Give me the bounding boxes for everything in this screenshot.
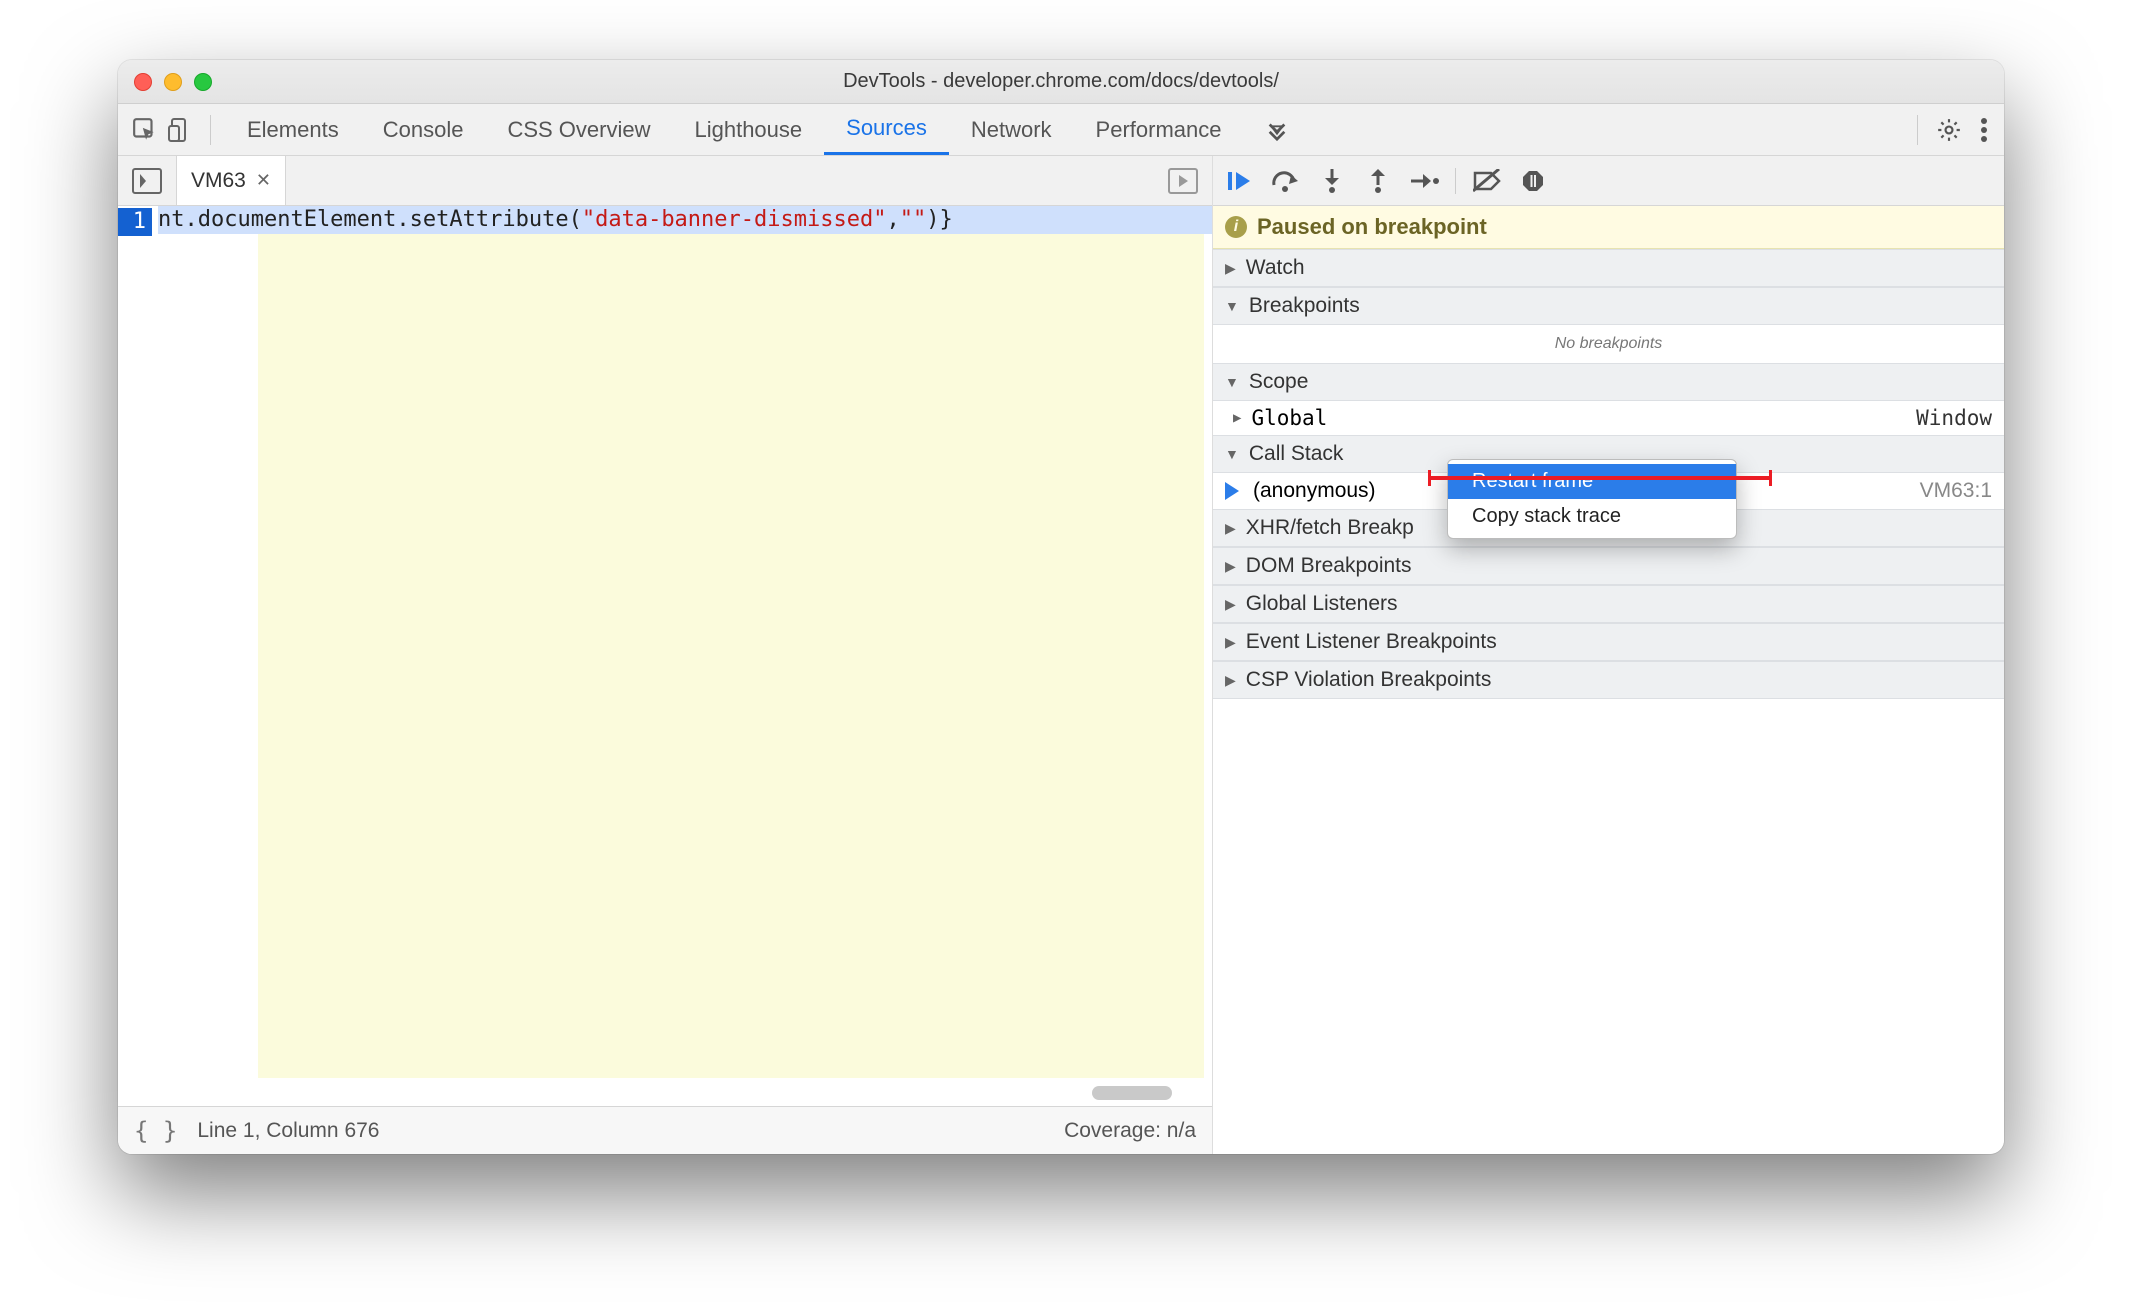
chevron-right-icon: ▶ xyxy=(1225,596,1236,613)
section-global-listeners[interactable]: ▶ Global Listeners xyxy=(1213,585,2004,623)
inspect-element-icon[interactable] xyxy=(132,117,158,143)
code-line-1: nt.documentElement.setAttribute("data-ba… xyxy=(158,206,1212,234)
minimize-window-button[interactable] xyxy=(164,73,182,91)
info-icon: i xyxy=(1225,216,1247,238)
tab-performance[interactable]: Performance xyxy=(1074,104,1244,155)
editor-status-bar: { } Line 1, Column 676 Coverage: n/a xyxy=(118,1106,1212,1154)
line-number: 1 xyxy=(118,208,152,236)
step-button[interactable] xyxy=(1403,163,1445,199)
devtools-window: DevTools - developer.chrome.com/docs/dev… xyxy=(118,60,2004,1154)
section-scope-label: Scope xyxy=(1249,370,1309,394)
chevron-right-icon: ▶ xyxy=(1225,634,1236,651)
run-snippet-icon[interactable] xyxy=(1168,168,1212,194)
step-out-button[interactable] xyxy=(1357,163,1399,199)
tab-lighthouse[interactable]: Lighthouse xyxy=(672,104,824,155)
section-dom-label: DOM Breakpoints xyxy=(1246,554,1412,578)
pause-on-exceptions-button[interactable] xyxy=(1512,163,1554,199)
section-event-breakpoints[interactable]: ▶ Event Listener Breakpoints xyxy=(1213,623,2004,661)
settings-icon[interactable] xyxy=(1936,117,1962,143)
section-gl-label: Global Listeners xyxy=(1246,592,1398,616)
chevron-down-icon: ▼ xyxy=(1225,446,1239,462)
navigator-toggle-icon[interactable] xyxy=(118,168,176,194)
ctx-restart-frame[interactable]: Restart frame xyxy=(1448,464,1736,499)
section-dom-breakpoints[interactable]: ▶ DOM Breakpoints xyxy=(1213,547,2004,585)
tab-network[interactable]: Network xyxy=(949,104,1074,155)
section-event-label: Event Listener Breakpoints xyxy=(1246,630,1497,654)
close-window-button[interactable] xyxy=(134,73,152,91)
tab-overflow[interactable] xyxy=(1244,104,1310,155)
chevron-down-icon: ▼ xyxy=(1225,298,1239,314)
panel-body: VM63 ✕ 1 nt.documentElement.setAttribute… xyxy=(118,156,2004,1154)
section-watch[interactable]: ▶ Watch xyxy=(1213,249,2004,287)
scope-global-row[interactable]: ▶ Global Window xyxy=(1213,401,2004,435)
main-tabstrip: Elements Console CSS Overview Lighthouse… xyxy=(118,104,2004,156)
section-watch-label: Watch xyxy=(1246,256,1305,280)
section-xhr-label: XHR/fetch Breakp xyxy=(1246,516,1414,540)
file-tab-name: VM63 xyxy=(191,169,246,193)
ctx-copy-stack-trace[interactable]: Copy stack trace xyxy=(1448,499,1736,534)
tab-console[interactable]: Console xyxy=(361,104,486,155)
strike-annotation xyxy=(1428,476,1772,480)
debugger-sidebar: i Paused on breakpoint ▶ Watch ▼ Breakpo… xyxy=(1213,156,2004,1154)
section-scope[interactable]: ▼ Scope xyxy=(1213,363,2004,401)
inspect-tools xyxy=(118,115,225,145)
chevron-right-icon: ▶ xyxy=(1225,558,1236,575)
file-tabbar: VM63 ✕ xyxy=(118,156,1212,206)
section-breakpoints[interactable]: ▼ Breakpoints xyxy=(1213,287,2004,325)
stack-frame-location: VM63:1 xyxy=(1906,479,1992,503)
line-gutter: 1 xyxy=(118,206,158,1106)
no-breakpoints-text: No breakpoints xyxy=(1213,325,2004,363)
tab-sources[interactable]: Sources xyxy=(824,104,949,155)
scope-global-label: Global xyxy=(1251,406,1327,430)
chevron-right-icon: ▶ xyxy=(1225,672,1236,689)
tab-elements[interactable]: Elements xyxy=(225,104,361,155)
zoom-window-button[interactable] xyxy=(194,73,212,91)
kebab-menu-icon[interactable] xyxy=(1980,117,1988,143)
section-call-stack-label: Call Stack xyxy=(1249,442,1344,466)
step-over-button[interactable] xyxy=(1265,163,1307,199)
resume-button[interactable] xyxy=(1219,163,1261,199)
paused-banner: i Paused on breakpoint xyxy=(1213,206,2004,249)
sources-editor: VM63 ✕ 1 nt.documentElement.setAttribute… xyxy=(118,156,1213,1154)
scope-global-value: Window xyxy=(1916,406,1992,430)
ctx-copy-stack-trace-label: Copy stack trace xyxy=(1472,505,1621,527)
stack-frame-name: (anonymous) xyxy=(1253,479,1376,503)
chevron-right-icon: ▶ xyxy=(1233,410,1241,426)
code-area[interactable]: 1 nt.documentElement.setAttribute("data-… xyxy=(118,206,1212,1106)
traffic-lights xyxy=(118,73,212,91)
horizontal-scrollbar[interactable] xyxy=(1092,1086,1172,1100)
tab-css-overview[interactable]: CSS Overview xyxy=(485,104,672,155)
window-title: DevTools - developer.chrome.com/docs/dev… xyxy=(118,70,2004,93)
code-content[interactable]: nt.documentElement.setAttribute("data-ba… xyxy=(158,206,1212,1106)
ctx-restart-frame-label: Restart frame xyxy=(1472,470,1593,492)
close-icon[interactable]: ✕ xyxy=(256,170,271,191)
pretty-print-icon[interactable]: { } xyxy=(134,1117,177,1145)
section-csp-breakpoints[interactable]: ▶ CSP Violation Breakpoints xyxy=(1213,661,2004,699)
chevron-right-icon: ▶ xyxy=(1225,520,1236,537)
stack-frame-anonymous[interactable]: (anonymous) VM63:1 Restart frame Copy st… xyxy=(1213,473,2004,509)
exec-highlight xyxy=(258,234,1204,1078)
current-frame-icon xyxy=(1225,482,1239,500)
section-breakpoints-label: Breakpoints xyxy=(1249,294,1360,318)
paused-message: Paused on breakpoint xyxy=(1257,214,1487,240)
coverage-status: Coverage: n/a xyxy=(1064,1119,1196,1143)
cursor-position: Line 1, Column 676 xyxy=(197,1119,379,1143)
titlebar: DevTools - developer.chrome.com/docs/dev… xyxy=(118,60,2004,104)
context-menu: Restart frame Copy stack trace xyxy=(1447,459,1737,539)
debug-toolbar xyxy=(1213,156,2004,206)
chevron-down-icon: ▼ xyxy=(1225,374,1239,390)
step-into-button[interactable] xyxy=(1311,163,1353,199)
section-csp-label: CSP Violation Breakpoints xyxy=(1246,668,1492,692)
file-tab-vm63[interactable]: VM63 ✕ xyxy=(176,156,286,205)
chevron-right-icon: ▶ xyxy=(1225,260,1236,277)
device-toolbar-icon[interactable] xyxy=(168,117,192,143)
deactivate-breakpoints-button[interactable] xyxy=(1466,163,1508,199)
